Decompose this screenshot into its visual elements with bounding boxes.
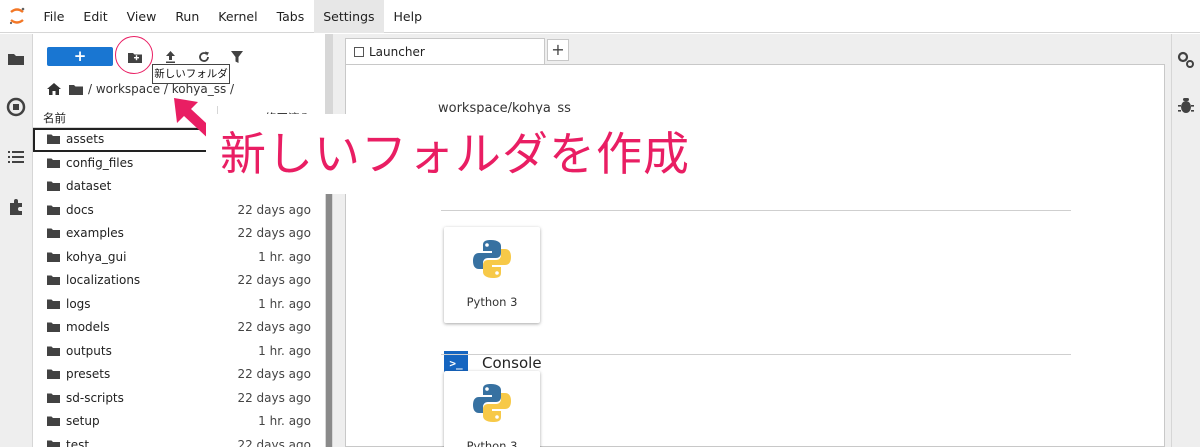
filter-icon[interactable] [227, 47, 247, 67]
menu-kernel[interactable]: Kernel [209, 0, 267, 33]
jupyter-logo-icon [0, 0, 34, 33]
file-modified: 1 hr. ago [258, 249, 311, 264]
file-modified: 22 days ago [237, 390, 311, 405]
file-name: docs [66, 202, 94, 217]
file-modified: 22 days ago [237, 367, 311, 381]
file-list-row[interactable]: logs 1 hr. ago [33, 293, 325, 317]
file-list-row[interactable]: presets 22 days ago [33, 363, 325, 387]
console-card-label: Python 3 [466, 439, 518, 447]
file-name: models [66, 320, 110, 334]
folder-icon [47, 440, 60, 447]
menu-help[interactable]: Help [384, 0, 432, 33]
file-list-row[interactable]: test 22 days ago [33, 434, 325, 447]
file-modified: 22 days ago [237, 226, 311, 240]
file-modified: 22 days ago [237, 320, 311, 334]
file-list-row[interactable]: outputs 1 hr. ago [33, 340, 325, 364]
menu-bar: File Edit View Run Kernel Tabs Settings … [0, 0, 1200, 33]
folder-icon [47, 369, 60, 379]
python-logo-icon [473, 384, 511, 422]
folder-icon [47, 346, 60, 356]
folder-icon [47, 275, 60, 285]
file-name: logs [66, 296, 91, 311]
file-modified: 1 hr. ago [258, 414, 311, 428]
notebook-python3-card[interactable]: Python 3 [444, 227, 540, 323]
menu-view[interactable]: View [117, 0, 166, 33]
folder-icon [47, 252, 60, 262]
tab-bar: Launcher + [333, 34, 1171, 64]
console-section-divider [441, 354, 1071, 355]
file-name: config_files [66, 155, 134, 170]
right-sidebar [1171, 34, 1200, 447]
file-name: test [66, 437, 90, 447]
notebook-section-divider [441, 210, 1071, 211]
folder-icon [47, 322, 60, 332]
main-area: Launcher + workspace/kohya_ss Python 3 >… [333, 34, 1171, 447]
property-inspector-gears-icon[interactable] [1176, 50, 1196, 70]
file-name: examples [66, 226, 124, 240]
folder-icon [47, 158, 60, 168]
home-icon[interactable] [47, 83, 61, 95]
table-of-contents-icon[interactable] [5, 146, 27, 168]
menu-file[interactable]: File [34, 0, 74, 33]
file-modified: 1 hr. ago [258, 343, 311, 358]
folder-icon [47, 181, 60, 191]
file-name: kohya_gui [66, 249, 127, 264]
breadcrumb-folder-icon [69, 84, 83, 95]
file-modified: 22 days ago [237, 273, 311, 287]
left-activity-bar [0, 34, 33, 447]
file-list-row[interactable]: examples 22 days ago [33, 222, 325, 246]
new-folder-highlight-circle [115, 36, 153, 74]
file-list-row[interactable]: models 22 days ago [33, 316, 325, 340]
folder-icon[interactable] [5, 48, 27, 70]
new-folder-tooltip: 新しいフォルダ [152, 64, 230, 84]
menu-run[interactable]: Run [166, 0, 209, 33]
console-title-text: Console [482, 354, 542, 372]
file-name: dataset [66, 179, 112, 193]
console-python3-card[interactable]: Python 3 [444, 371, 540, 447]
file-name: assets [66, 132, 105, 146]
file-list-row[interactable]: setup 1 hr. ago [33, 410, 325, 434]
folder-icon [47, 299, 60, 309]
file-name: outputs [66, 343, 112, 358]
file-list-row[interactable]: sd-scripts 22 days ago [33, 387, 325, 411]
file-list-row[interactable]: kohya_gui 1 hr. ago [33, 246, 325, 270]
file-modified: 1 hr. ago [258, 296, 311, 311]
tab-launcher[interactable]: Launcher [345, 38, 545, 64]
file-modified: 22 days ago [237, 437, 311, 447]
file-name: presets [66, 367, 111, 381]
menu-edit[interactable]: Edit [74, 0, 117, 33]
menu-settings[interactable]: Settings [313, 0, 385, 33]
annotation-callout-text: 新しいフォルダを作成 [220, 127, 690, 181]
folder-icon [47, 228, 60, 238]
file-name: setup [66, 414, 100, 428]
launcher-tab-icon [354, 46, 364, 57]
debugger-bug-icon[interactable] [1176, 96, 1196, 116]
file-name: sd-scripts [66, 390, 124, 405]
file-list-row[interactable]: localizations 22 days ago [33, 269, 325, 293]
add-tab-button[interactable]: + [547, 39, 569, 61]
folder-icon [47, 134, 60, 144]
folder-icon [47, 393, 60, 403]
extension-puzzle-icon[interactable] [5, 196, 27, 218]
tab-launcher-label: Launcher [369, 44, 425, 59]
notebook-card-label: Python 3 [466, 295, 518, 309]
menu-tabs[interactable]: Tabs [267, 0, 314, 33]
new-launcher-button[interactable]: + [47, 47, 113, 66]
file-modified: 22 days ago [237, 202, 311, 217]
running-kernels-icon[interactable] [5, 96, 27, 118]
folder-icon [47, 205, 60, 215]
folder-icon [47, 416, 60, 426]
file-name: localizations [66, 273, 141, 287]
column-header-name[interactable]: 名前 [43, 110, 66, 126]
python-logo-icon [473, 240, 511, 278]
file-list-row[interactable]: docs 22 days ago [33, 199, 325, 223]
